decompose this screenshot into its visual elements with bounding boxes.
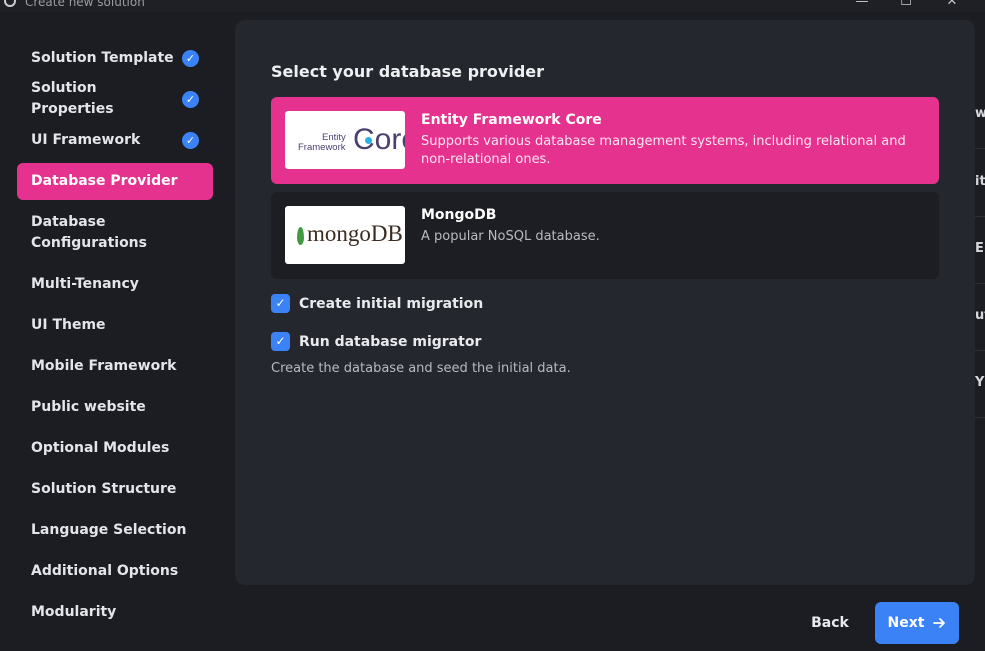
provider-option-mongodb[interactable]: mongoDB MongoDB A popular NoSQL database…	[271, 192, 939, 279]
checkbox-checked-icon[interactable]: ✓	[271, 332, 290, 351]
option-label: Create initial migration	[299, 295, 484, 312]
ef-logo-core: Core	[353, 123, 405, 156]
page-title: Select your database provider	[271, 62, 545, 81]
step-public-website[interactable]: Public website	[17, 396, 213, 418]
create-initial-migration-option[interactable]: ✓ Create initial migration	[271, 294, 483, 313]
step-database-configurations[interactable]: Database Configurations	[17, 211, 213, 255]
step-additional-options[interactable]: Additional Options	[17, 560, 213, 582]
step-label: UI Framework	[31, 131, 141, 148]
mongodb-logo: mongoDB	[285, 206, 405, 264]
step-optional-modules[interactable]: Optional Modules	[17, 437, 213, 459]
clipped-text-fragment: Y	[975, 351, 985, 418]
step-solution-template[interactable]: Solution Template ✓	[17, 47, 213, 69]
clipped-text-fragment: ut	[975, 284, 985, 351]
option-label: Run database migrator	[299, 333, 482, 350]
ef-logo-line2: Framework	[298, 142, 346, 153]
provider-name: MongoDB	[421, 207, 497, 223]
step-label: Solution Template	[31, 49, 174, 66]
minimize-button[interactable]: —	[852, 0, 872, 10]
app-logo-icon	[4, 0, 16, 7]
arrow-right-icon	[933, 618, 946, 628]
ef-core-logo: Entity Framework Core	[285, 111, 405, 169]
wizard-steps-sidebar: Solution Template ✓ Solution Properties …	[0, 12, 230, 651]
step-label: Multi-Tenancy	[31, 275, 139, 292]
next-button[interactable]: Next	[875, 602, 959, 644]
step-complete-check-icon: ✓	[182, 90, 199, 108]
close-button[interactable]: ✕	[942, 0, 962, 10]
next-button-label: Next	[887, 615, 925, 631]
back-button[interactable]: Back	[800, 603, 860, 643]
clipped-background-window: w ith E ut Y	[975, 20, 985, 440]
step-language-selection[interactable]: Language Selection	[17, 519, 213, 541]
database-provider-panel: Select your database provider Entity Fra…	[235, 20, 975, 585]
step-solution-properties[interactable]: Solution Properties ✓	[17, 80, 213, 117]
title-bar: Create new solution — ☐ ✕	[0, 0, 985, 12]
provider-description: A popular NoSQL database.	[421, 229, 600, 244]
provider-name: Entity Framework Core	[421, 112, 602, 128]
step-label: UI Theme	[31, 316, 106, 333]
step-ui-framework[interactable]: UI Framework ✓	[17, 129, 213, 151]
mongodb-leaf-icon	[297, 227, 304, 245]
provider-option-ef-core[interactable]: Entity Framework Core Entity Framework C…	[271, 97, 939, 184]
step-modularity[interactable]: Modularity	[17, 601, 213, 623]
maximize-button[interactable]: ☐	[896, 0, 916, 10]
step-label: Mobile Framework	[31, 357, 177, 374]
checkbox-checked-icon[interactable]: ✓	[271, 294, 290, 313]
provider-description: Supports various database management sys…	[421, 134, 906, 167]
clipped-text-fragment: w	[975, 82, 985, 149]
step-label: Solution Properties	[31, 80, 114, 117]
step-label: Additional Options	[31, 562, 179, 579]
step-complete-check-icon: ✓	[182, 131, 199, 149]
step-database-provider[interactable]: Database Provider	[17, 163, 213, 200]
step-ui-theme[interactable]: UI Theme	[17, 314, 213, 336]
step-label: Solution Structure	[31, 480, 177, 497]
ef-logo-dot-icon	[365, 137, 372, 144]
step-solution-structure[interactable]: Solution Structure	[17, 478, 213, 500]
step-label: Public website	[31, 398, 146, 415]
clipped-text-fragment: ith	[975, 150, 985, 217]
create-solution-window: Create new solution — ☐ ✕ Solution Templ…	[0, 0, 985, 651]
window-title: Create new solution	[25, 0, 145, 9]
mongodb-logo-text: mongoDB	[307, 221, 403, 246]
clipped-text-fragment: E	[975, 217, 985, 284]
step-complete-check-icon: ✓	[182, 49, 199, 67]
step-label: Modularity	[31, 603, 117, 620]
step-label: Optional Modules	[31, 439, 170, 456]
step-multi-tenancy[interactable]: Multi-Tenancy	[17, 273, 213, 295]
step-label: Database Provider	[31, 173, 178, 189]
step-label: Database Configurations	[31, 214, 147, 251]
run-database-migrator-option[interactable]: ✓ Run database migrator	[271, 332, 481, 351]
step-mobile-framework[interactable]: Mobile Framework	[17, 355, 213, 377]
step-label: Language Selection	[31, 521, 187, 538]
migrator-hint-text: Create the database and seed the initial…	[271, 361, 571, 376]
